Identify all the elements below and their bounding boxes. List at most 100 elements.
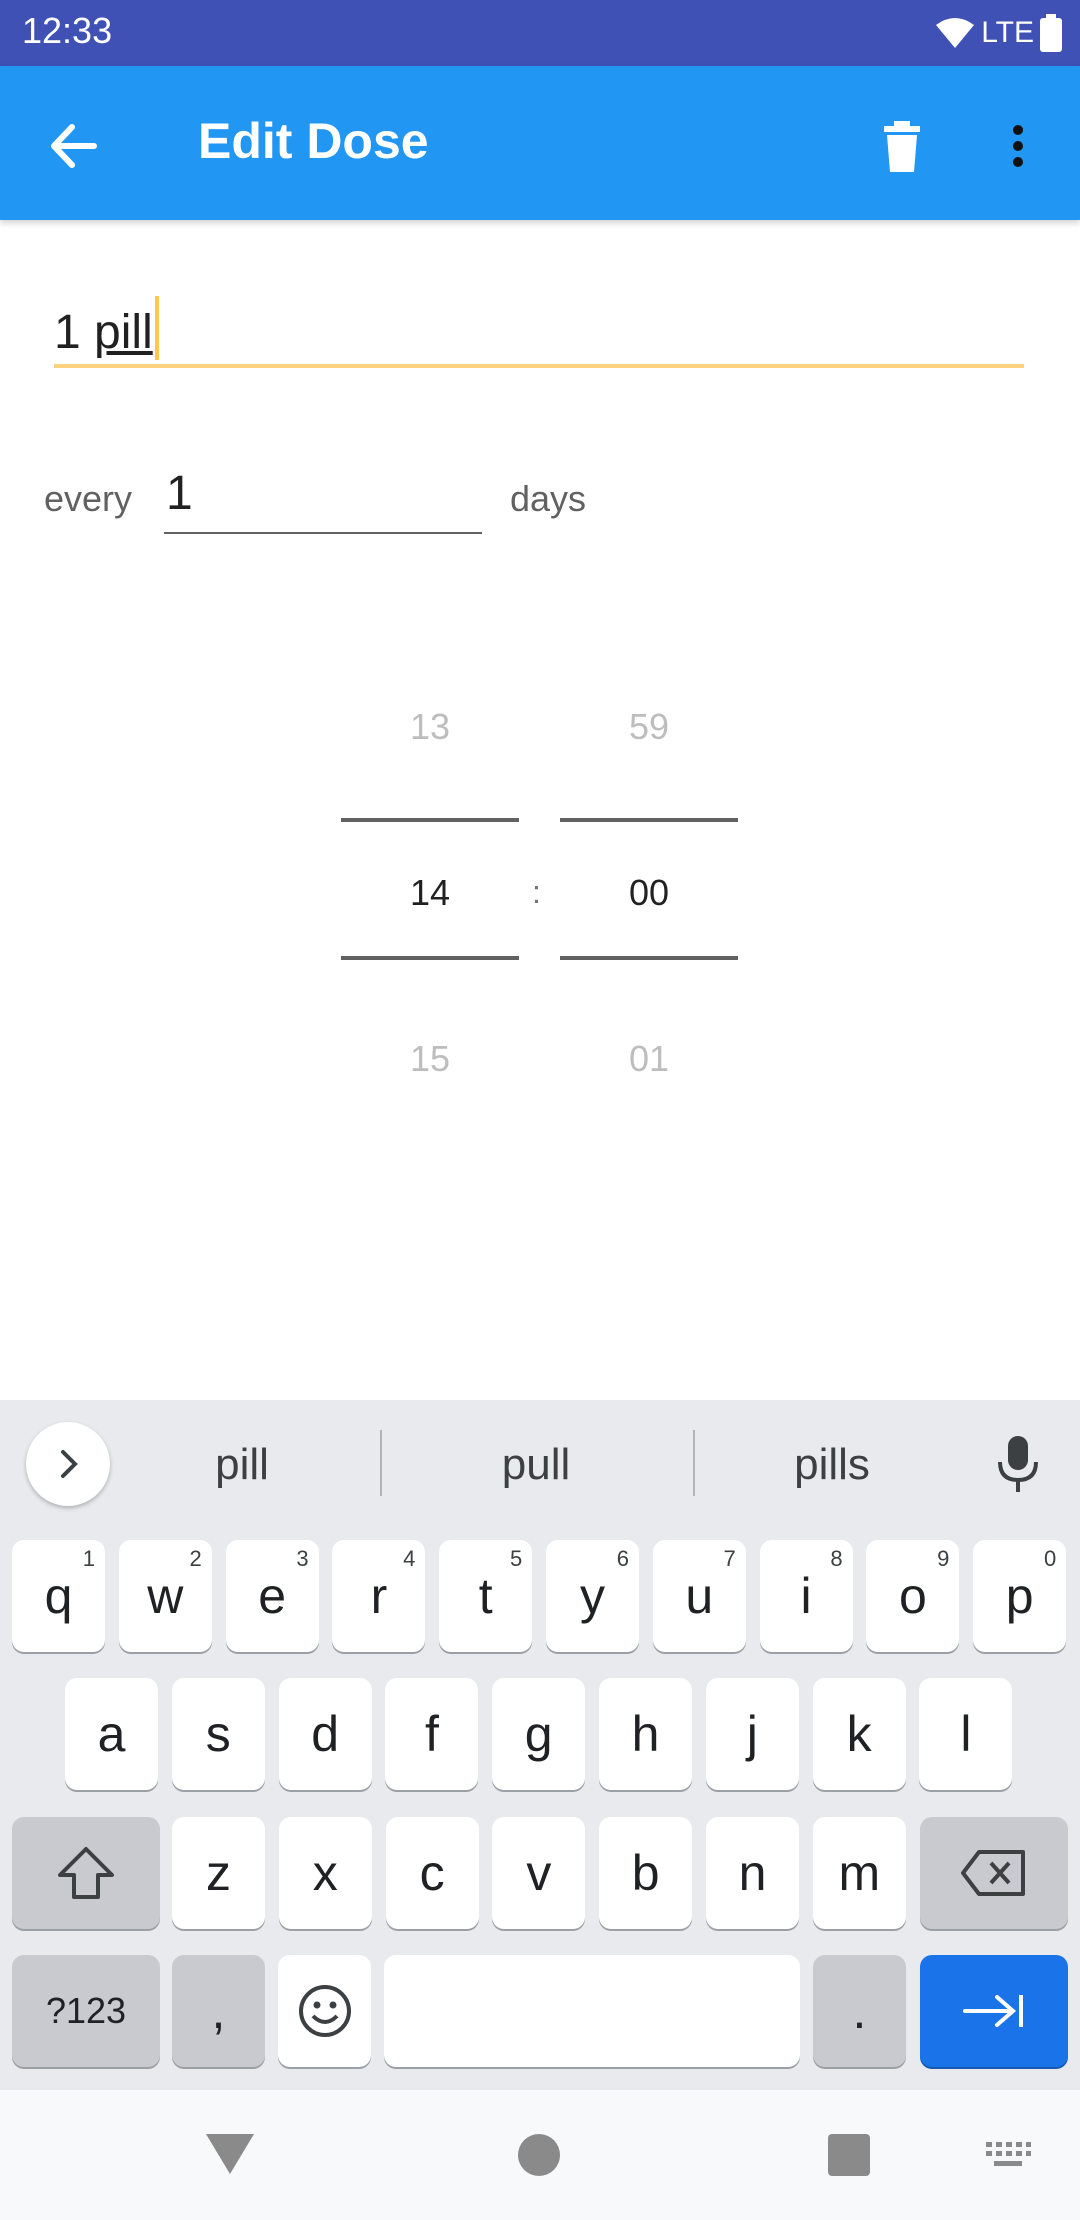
dose-input[interactable]: 1 pill xyxy=(54,282,1024,368)
key-hint: 9 xyxy=(937,1546,950,1571)
key-hint: 8 xyxy=(830,1546,843,1571)
key-g[interactable]: g xyxy=(492,1678,586,1790)
app-bar: Edit Dose xyxy=(0,66,1080,220)
key-i[interactable]: i8 xyxy=(759,1540,853,1652)
tab-next-icon xyxy=(963,1995,1023,2027)
interval-input[interactable]: 1 xyxy=(164,462,482,534)
minute-prev[interactable]: 59 xyxy=(560,706,738,748)
delete-button[interactable] xyxy=(866,110,938,182)
time-separator: : xyxy=(532,874,541,910)
key-u[interactable]: u7 xyxy=(652,1540,746,1652)
shift-key[interactable] xyxy=(12,1817,160,1929)
keyboard-switch-icon[interactable] xyxy=(984,2138,1032,2174)
key-y[interactable]: y6 xyxy=(546,1540,639,1652)
system-nav-bar xyxy=(0,2090,1080,2220)
key-w[interactable]: w2 xyxy=(118,1540,212,1652)
key-e[interactable]: e3 xyxy=(225,1540,319,1652)
backspace-key[interactable] xyxy=(920,1817,1068,1929)
interval-prefix-label: every xyxy=(44,478,133,519)
suggestion-2[interactable]: pull xyxy=(436,1440,636,1490)
soft-keyboard: pill pull pills q1w2e3r4t5y6u7i8o9p0 asd… xyxy=(0,1400,1080,2090)
status-time: 12:33 xyxy=(22,10,113,51)
text-cursor xyxy=(154,296,159,360)
hour-current[interactable]: 14 xyxy=(341,872,519,914)
back-button[interactable] xyxy=(38,110,110,182)
key-hint: 1 xyxy=(82,1546,95,1571)
key-hint: 7 xyxy=(723,1546,736,1571)
picker-divider xyxy=(560,956,738,960)
key-p[interactable]: p0 xyxy=(973,1540,1067,1652)
key-hint: 0 xyxy=(1043,1546,1057,1571)
nav-recents-icon[interactable] xyxy=(828,2134,870,2176)
interval-value: 1 xyxy=(166,467,193,520)
minute-current[interactable]: 00 xyxy=(560,872,738,914)
key-k[interactable]: k xyxy=(812,1678,906,1790)
hour-next[interactable]: 15 xyxy=(341,1038,519,1080)
symbols-key[interactable]: ?123 xyxy=(12,1955,160,2067)
comma-key[interactable]: , xyxy=(172,1955,265,2067)
suggestion-strip: pill pull pills xyxy=(0,1400,1080,1528)
status-bar: 12:33 LTE xyxy=(0,0,1080,66)
dose-unit: pill xyxy=(94,306,153,359)
dose-amount: 1 xyxy=(54,306,81,359)
minute-next[interactable]: 01 xyxy=(560,1038,738,1080)
page-title: Edit Dose xyxy=(198,113,429,169)
key-m[interactable]: m xyxy=(812,1817,906,1929)
picker-divider xyxy=(341,818,519,822)
period-key[interactable]: . xyxy=(813,1955,906,2067)
chevron-right-icon xyxy=(61,1450,78,1478)
shift-icon xyxy=(58,1847,114,1899)
more-vert-icon xyxy=(1013,125,1023,167)
network-type: LTE xyxy=(981,16,1034,49)
trash-icon xyxy=(884,121,920,172)
arrow-back-icon xyxy=(51,124,97,168)
key-t[interactable]: t5 xyxy=(439,1540,533,1652)
key-v[interactable]: v xyxy=(492,1817,586,1929)
space-key[interactable] xyxy=(384,1955,800,2067)
battery-icon xyxy=(1040,14,1062,52)
nav-back-icon[interactable] xyxy=(202,2130,258,2178)
nav-home-icon[interactable] xyxy=(518,2134,560,2176)
key-c[interactable]: c xyxy=(385,1817,479,1929)
hour-picker[interactable]: 13 14 15 xyxy=(341,680,519,1100)
emoji-key[interactable] xyxy=(278,1955,371,2067)
next-key[interactable] xyxy=(920,1955,1068,2067)
key-j[interactable]: j xyxy=(705,1678,799,1790)
key-s[interactable]: s xyxy=(171,1678,265,1790)
picker-divider xyxy=(341,956,519,960)
key-q[interactable]: q1 xyxy=(12,1540,105,1652)
key-hint: 3 xyxy=(296,1546,309,1571)
suggestion-divider xyxy=(380,1430,382,1496)
status-icons: LTE xyxy=(935,12,1062,54)
key-hint: 5 xyxy=(509,1546,523,1571)
key-z[interactable]: z xyxy=(172,1817,265,1929)
interval-suffix-label: days xyxy=(510,478,587,519)
hour-prev[interactable]: 13 xyxy=(341,706,519,748)
key-a[interactable]: a xyxy=(65,1678,158,1790)
key-b[interactable]: b xyxy=(599,1817,693,1929)
dose-input-value: 1 pill xyxy=(54,296,159,360)
minute-picker[interactable]: 59 00 01 xyxy=(560,680,738,1100)
key-d[interactable]: d xyxy=(278,1678,372,1790)
key-hint: 4 xyxy=(403,1546,416,1571)
key-h[interactable]: h xyxy=(599,1678,692,1790)
key-x[interactable]: x xyxy=(278,1817,372,1929)
key-hint: 6 xyxy=(616,1546,629,1571)
key-hint: 2 xyxy=(189,1546,202,1571)
emoji-icon xyxy=(298,1985,351,2037)
key-r[interactable]: r4 xyxy=(332,1540,426,1652)
voice-input-button[interactable] xyxy=(988,1432,1048,1496)
backspace-icon xyxy=(961,1850,1025,1896)
picker-divider xyxy=(560,818,738,822)
key-o[interactable]: o9 xyxy=(866,1540,960,1652)
suggestion-1[interactable]: pill xyxy=(142,1440,342,1490)
wifi-icon xyxy=(936,18,975,48)
key-n[interactable]: n xyxy=(706,1817,799,1929)
suggestion-3[interactable]: pills xyxy=(732,1440,932,1490)
suggestion-divider xyxy=(693,1430,695,1496)
key-f[interactable]: f xyxy=(385,1678,479,1790)
keyboard-toolbar-toggle[interactable] xyxy=(26,1422,110,1506)
more-options-button[interactable] xyxy=(982,110,1054,182)
key-l[interactable]: l xyxy=(919,1678,1013,1790)
microphone-icon xyxy=(998,1436,1038,1492)
